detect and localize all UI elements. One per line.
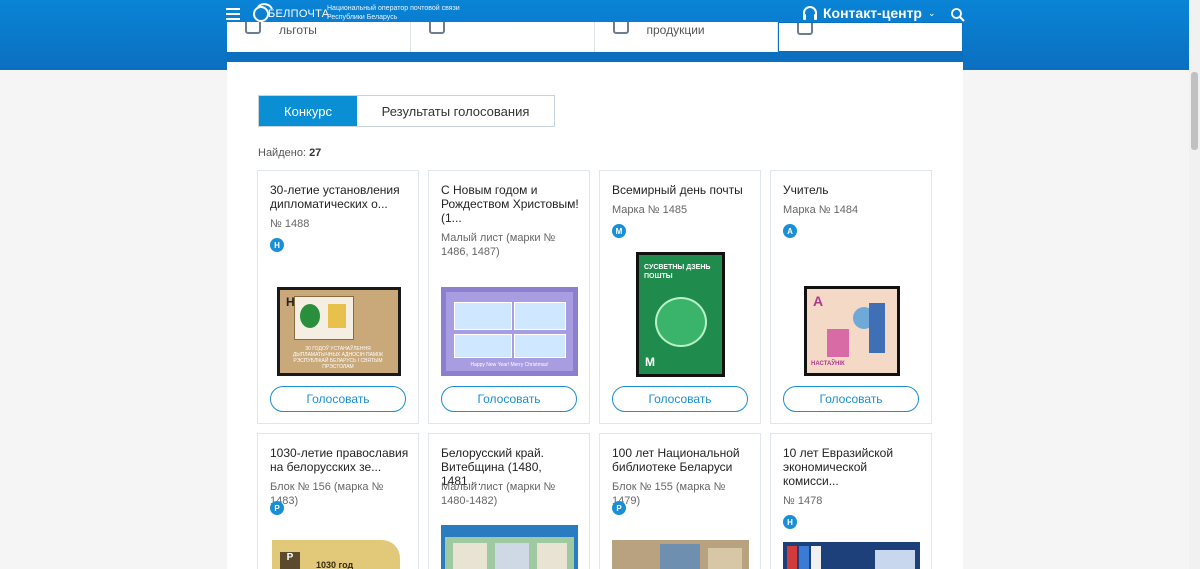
card-subtitle: Марка № 1485 xyxy=(612,204,688,216)
card-subtitle: Блок № 155 (марка № 1479) xyxy=(612,481,726,507)
tab-contest[interactable]: Конкурс xyxy=(259,96,357,126)
card-title[interactable]: Всемирный день почты xyxy=(612,183,752,197)
card-badge: Р xyxy=(612,501,626,515)
stamp-caption: 30 ГОДОЎ УСТАНАЎЛЕННЯ ДЫПЛАМАТЫЧНЫХ АДНО… xyxy=(292,346,384,370)
logo-text[interactable]: БЕЛПОЧТА xyxy=(268,8,329,20)
stamp-caption: СУСВЕТНЫ ДЗЕНЬ ПОШТЫ xyxy=(644,264,711,280)
stamp-caption: НАСТАЎНІК xyxy=(811,361,845,367)
contact-center-button[interactable]: Контакт-центр ⌄ xyxy=(802,5,936,21)
vote-button[interactable]: Голосовать xyxy=(270,386,406,412)
checkbox-icon[interactable] xyxy=(428,22,445,34)
card-title[interactable]: С Новым годом и Рождеством Христовым! (1… xyxy=(441,183,581,225)
stamp-card[interactable]: Белорусский край. Витебщина (1480, 1481,… xyxy=(428,433,590,569)
category-item-1[interactable]: льготы xyxy=(227,22,411,52)
stamp-image[interactable]: Н 30 ГОДОЎ УСТАНАЎЛЕННЯ ДЫПЛАМАТЫЧНЫХ АД… xyxy=(277,287,401,376)
scrollbar-thumb[interactable] xyxy=(1191,72,1198,150)
contact-center-label: Контакт-центр xyxy=(823,5,922,21)
vote-button[interactable]: Голосовать xyxy=(783,386,919,412)
card-badge: Р xyxy=(270,501,284,515)
stamp-image[interactable]: Р 1030 год xyxy=(272,540,400,569)
stamp-image[interactable] xyxy=(441,525,578,569)
card-subtitle: Марка № 1484 xyxy=(783,204,859,216)
tab-voting-results[interactable]: Результаты голосования xyxy=(357,96,554,126)
card-title[interactable]: 30-летие установления дипломатических о.… xyxy=(270,183,410,211)
stamp-caption: 1030 год xyxy=(316,560,354,569)
card-badge: Н xyxy=(783,515,797,529)
card-title[interactable]: 1030-летие православия на белорусских зе… xyxy=(270,446,410,474)
category-item-2[interactable] xyxy=(411,22,595,52)
headset-icon xyxy=(803,5,817,20)
category-filter-strip: льготы продукции xyxy=(227,22,963,52)
stamp-card[interactable]: 10 лет Евразийской экономической комисси… xyxy=(770,433,932,569)
category-item-3[interactable]: продукции xyxy=(595,22,779,52)
stamp-image[interactable]: Happy New Year! Merry Christmas! xyxy=(441,287,578,376)
tabs: Конкурс Результаты голосования xyxy=(258,95,555,127)
stamp-card[interactable]: С Новым годом и Рождеством Христовым! (1… xyxy=(428,170,590,424)
card-badge: М xyxy=(612,224,626,238)
card-title[interactable]: Учитель xyxy=(783,183,923,197)
card-badge: А xyxy=(783,224,797,238)
stamp-image[interactable]: СУСВЕТНЫ ДЗЕНЬ ПОШТЫ М xyxy=(636,252,725,377)
checkbox-icon[interactable] xyxy=(612,22,629,34)
stamp-card[interactable]: 1030-летие православия на белорусских зе… xyxy=(257,433,419,569)
card-subtitle: Блок № 156 (марка № 1483) xyxy=(270,481,384,507)
card-title[interactable]: 10 лет Евразийской экономической комисси… xyxy=(783,446,923,488)
stamp-card[interactable]: Всемирный день почты Марка № 1485 М СУСВ… xyxy=(599,170,761,424)
card-subtitle: № 1488 xyxy=(270,218,310,230)
tagline: Национальный оператор почтовой связи Рес… xyxy=(327,5,460,21)
card-subtitle: № 1478 xyxy=(783,495,823,507)
card-badge: Н xyxy=(270,238,284,252)
card-subtitle: Малый лист (марки № 1486, 1487) xyxy=(441,232,556,258)
stamp-caption: Happy New Year! Merry Christmas! xyxy=(470,362,549,368)
stamp-card[interactable]: 30-летие установления дипломатических о.… xyxy=(257,170,419,424)
stamp-card[interactable]: Учитель Марка № 1484 А А НАСТАЎНІК Голос… xyxy=(770,170,932,424)
checkbox-icon[interactable] xyxy=(245,22,261,34)
card-title[interactable]: 100 лет Национальной библиотеке Беларуси xyxy=(612,446,752,474)
stamp-image[interactable] xyxy=(783,542,920,569)
category-item-4[interactable] xyxy=(778,22,963,52)
vote-button[interactable]: Голосовать xyxy=(441,386,577,412)
stamp-image[interactable]: А НАСТАЎНІК xyxy=(804,286,900,376)
card-subtitle: Малый лист (марки № 1480-1482) xyxy=(441,481,556,507)
menu-icon[interactable] xyxy=(226,8,240,20)
chevron-down-icon: ⌄ xyxy=(927,7,936,18)
stamp-image[interactable] xyxy=(612,540,749,569)
accent-line xyxy=(227,52,963,62)
search-icon[interactable] xyxy=(950,7,966,23)
stamp-card[interactable]: 100 лет Национальной библиотеке Беларуси… xyxy=(599,433,761,569)
vote-button[interactable]: Голосовать xyxy=(612,386,748,412)
found-count: Найдено: 27 xyxy=(258,147,322,159)
checkbox-icon[interactable] xyxy=(797,23,814,35)
